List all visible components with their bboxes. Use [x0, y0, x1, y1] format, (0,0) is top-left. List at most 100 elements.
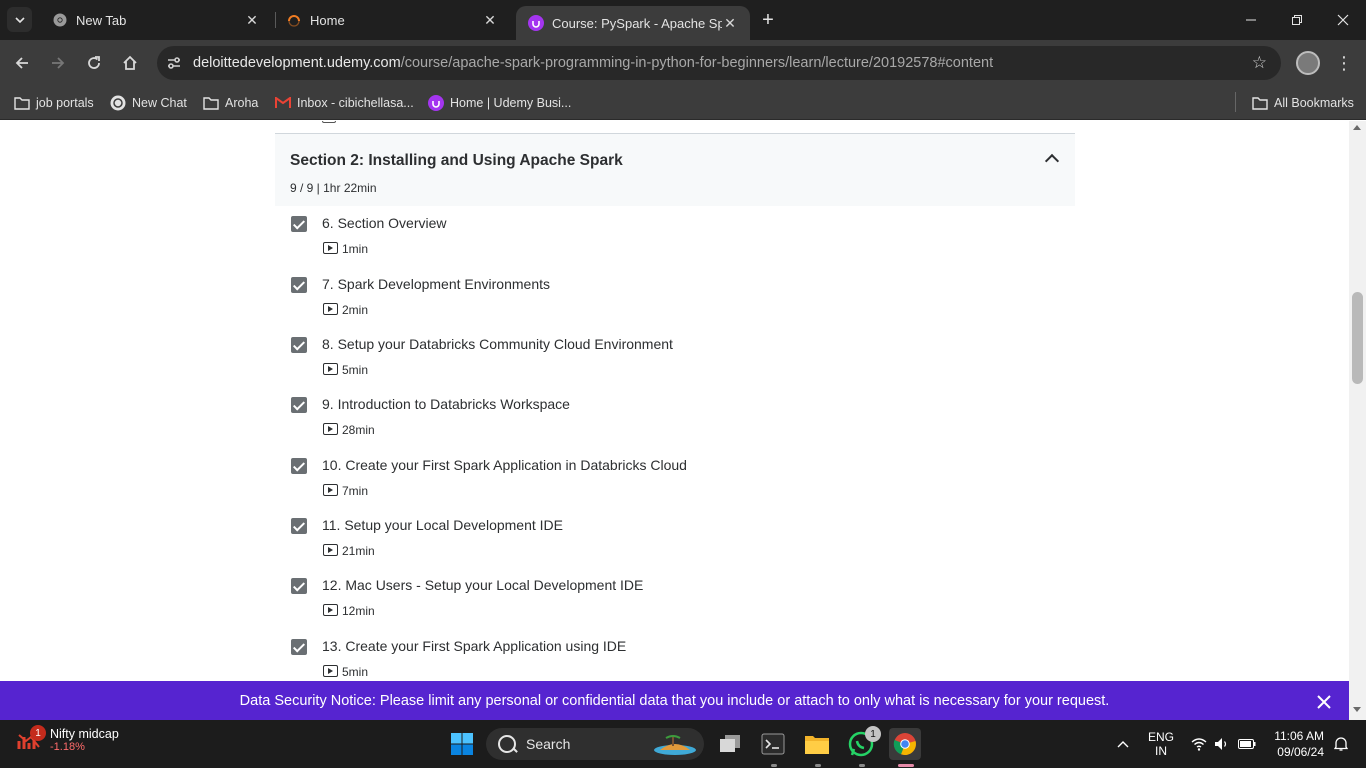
close-icon[interactable]: ✕: [482, 12, 498, 28]
file-explorer-button[interactable]: [801, 728, 833, 760]
close-icon: [1317, 695, 1331, 709]
bookmark-udemy-business[interactable]: Home | Udemy Busi...: [428, 92, 571, 114]
video-icon: [323, 242, 338, 254]
lecture-duration: 5min: [342, 665, 369, 679]
all-bookmarks[interactable]: All Bookmarks: [1252, 92, 1354, 114]
bookmark-label: Aroha: [225, 96, 259, 110]
bookmarks-separator: [1235, 92, 1236, 112]
task-view-button[interactable]: [714, 728, 746, 760]
address-bar[interactable]: deloittedevelopment.udemy.com/course/apa…: [157, 46, 1281, 80]
whatsapp-button[interactable]: 1: [845, 726, 881, 760]
notifications-button[interactable]: [1330, 720, 1352, 768]
lecture-item[interactable]: 11. Setup your Local Development IDE 21m…: [275, 517, 1075, 578]
terminal-icon: [761, 733, 785, 755]
lecture-title: 10. Create your First Spark Application …: [322, 457, 687, 473]
url-path: /course/apache-spark-programming-in-pyth…: [400, 55, 994, 71]
terminal-button[interactable]: [757, 728, 789, 760]
battery-button[interactable]: [1236, 720, 1258, 768]
start-button[interactable]: [446, 728, 478, 760]
close-icon[interactable]: ✕: [722, 15, 738, 31]
close-icon[interactable]: ✕: [244, 12, 260, 28]
restore-icon: [1292, 15, 1302, 25]
scroll-down-arrow-icon[interactable]: [1353, 707, 1361, 712]
wifi-button[interactable]: [1188, 720, 1210, 768]
widget-name: Nifty midcap: [50, 727, 119, 741]
bookmark-job-portals[interactable]: job portals: [14, 92, 94, 114]
lecture-checkbox[interactable]: [291, 458, 307, 474]
lecture-title: 9. Introduction to Databricks Workspace: [322, 396, 570, 412]
profile-avatar[interactable]: [1296, 51, 1320, 75]
page-scrollbar[interactable]: [1349, 121, 1366, 721]
lecture-item[interactable]: 10. Create your First Spark Application …: [275, 457, 1075, 518]
data-security-notice: Data Security Notice: Please limit any p…: [0, 681, 1349, 720]
lecture-item[interactable]: 9. Introduction to Databricks Workspace …: [275, 396, 1075, 457]
lecture-item[interactable]: 8. Setup your Databricks Community Cloud…: [275, 336, 1075, 397]
new-tab-button[interactable]: +: [756, 8, 780, 32]
bookmark-new-chat[interactable]: New Chat: [110, 92, 187, 114]
lecture-item[interactable]: 6. Section Overview 1min: [275, 215, 1075, 276]
folder-icon: [805, 736, 829, 754]
lecture-duration: 7min: [342, 484, 369, 498]
menu-kebab-icon[interactable]: ⋮: [1333, 51, 1355, 75]
taskbar-search[interactable]: Search: [486, 728, 704, 760]
video-icon: [323, 363, 338, 375]
lecture-item[interactable]: 7. Spark Development Environments 2min: [275, 276, 1075, 337]
lecture-checkbox[interactable]: [291, 518, 307, 534]
running-indicator: [771, 764, 777, 767]
stock-chart-icon: 1: [16, 725, 46, 753]
close-notice-button[interactable]: [1314, 692, 1334, 712]
lecture-item[interactable]: 12. Mac Users - Setup your Local Develop…: [275, 577, 1075, 638]
reload-button[interactable]: [81, 50, 107, 76]
bookmark-inbox[interactable]: Inbox - cibichellasa...: [275, 92, 414, 114]
section-title: Section 2: Installing and Using Apache S…: [290, 152, 623, 169]
chevron-up-icon[interactable]: [1044, 153, 1060, 169]
tab-search-button[interactable]: [7, 7, 32, 32]
show-hidden-icons-button[interactable]: [1112, 720, 1134, 768]
lecture-duration: 5min: [342, 363, 369, 377]
home-button[interactable]: [117, 50, 143, 76]
language-indicator[interactable]: ENG IN: [1144, 720, 1178, 768]
lecture-item[interactable]: 13. Create your First Spark Application …: [275, 638, 1075, 681]
site-settings-icon[interactable]: [165, 54, 183, 72]
video-icon: [323, 423, 338, 435]
lecture-checkbox[interactable]: [291, 277, 307, 293]
scrollbar-thumb[interactable]: [1352, 292, 1363, 384]
lecture-title: 6. Section Overview: [322, 215, 447, 231]
chrome-icon: [52, 12, 68, 28]
language-line2: IN: [1155, 744, 1167, 758]
tab-home[interactable]: Home ✕: [274, 0, 510, 40]
section-header[interactable]: Section 2: Installing and Using Apache S…: [275, 133, 1075, 206]
restore-button[interactable]: [1274, 0, 1320, 40]
forward-button[interactable]: [45, 50, 71, 76]
tab-new-tab[interactable]: New Tab ✕: [40, 0, 272, 40]
lecture-checkbox[interactable]: [291, 397, 307, 413]
bookmark-aroha[interactable]: Aroha: [203, 92, 258, 114]
back-button[interactable]: [9, 50, 35, 76]
scroll-up-arrow-icon[interactable]: [1353, 125, 1361, 130]
tab-course-pyspark[interactable]: Course: PySpark - Apache Spark ✕: [516, 6, 750, 40]
tab-title: Course: PySpark - Apache Spark: [552, 15, 722, 31]
minimize-button[interactable]: [1228, 0, 1274, 40]
close-window-button[interactable]: [1320, 0, 1366, 40]
lecture-duration: 2min: [342, 303, 369, 317]
folder-icon: [203, 95, 219, 111]
lecture-checkbox[interactable]: [291, 216, 307, 232]
bookmark-label: Home | Udemy Busi...: [450, 96, 572, 110]
stock-widget[interactable]: 1 Nifty midcap -1.18%: [16, 725, 119, 753]
video-icon: [323, 665, 338, 677]
lecture-checkbox[interactable]: [291, 578, 307, 594]
home-site-icon: [286, 12, 302, 28]
lecture-title: 13. Create your First Spark Application …: [322, 638, 627, 654]
lecture-title: 12. Mac Users - Setup your Local Develop…: [322, 577, 644, 593]
bookmark-star-icon[interactable]: ☆: [1252, 53, 1267, 73]
lecture-checkbox[interactable]: [291, 639, 307, 655]
volume-button[interactable]: [1212, 720, 1232, 768]
folder-icon: [1252, 95, 1268, 111]
tab-title: New Tab: [76, 12, 127, 28]
reload-icon: [88, 56, 100, 69]
system-clock[interactable]: 11:06 AM 09/06/24: [1268, 728, 1324, 760]
search-icon: [498, 735, 516, 753]
lecture-checkbox[interactable]: [291, 337, 307, 353]
chrome-taskbar-button[interactable]: [889, 728, 921, 760]
video-icon: [323, 303, 338, 315]
